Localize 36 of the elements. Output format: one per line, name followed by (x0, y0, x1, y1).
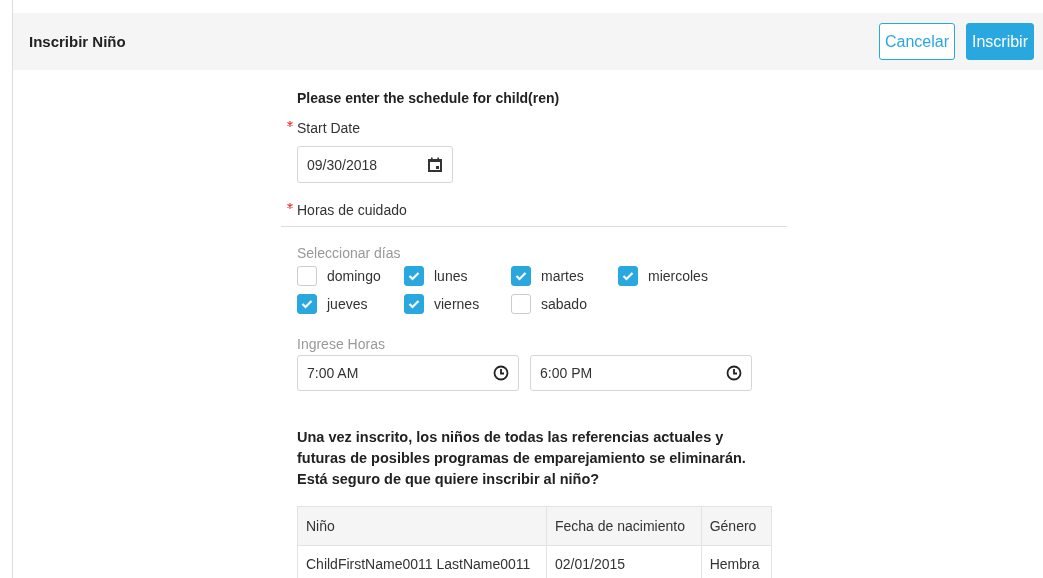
field-label: Seleccionar días (297, 245, 402, 261)
column-header: Fecha de nacimiento (546, 506, 702, 546)
date-field[interactable]: 09/30/2018 (297, 146, 453, 183)
checkbox-label: viernes (434, 296, 480, 312)
table-cell: ChildFirstName0011 LastName0011 (297, 545, 547, 578)
clock-icon[interactable] (726, 365, 742, 381)
check-icon (301, 299, 313, 309)
checkbox[interactable] (297, 294, 317, 314)
page-title: Inscribir Niño (29, 33, 126, 50)
checkbox-label: domingo (327, 268, 381, 284)
checkbox[interactable] (297, 266, 317, 286)
checkbox-label: lunes (434, 268, 468, 284)
column-header: Niño (297, 506, 547, 546)
clock-icon[interactable] (493, 365, 509, 381)
checkbox-label: martes (541, 268, 584, 284)
warning-text: Una vez inscrito, los niños de todas las referencias actuales y futuras de posibles programas de emparejamiento se eliminarán. Está seguro de que quiere inscribir al niño? (297, 428, 747, 489)
checkbox[interactable] (618, 266, 638, 286)
check-icon (408, 271, 420, 281)
checkbox[interactable] (404, 294, 424, 314)
checkbox-label: sabado (541, 296, 587, 312)
checkbox-label: miercoles (648, 268, 708, 284)
time-field[interactable]: 7:00 AM (297, 355, 519, 391)
field-label: Horas de cuidado (297, 202, 407, 218)
check-icon (408, 299, 420, 309)
column-header: Género (701, 506, 772, 546)
field-label: Start Date (297, 120, 361, 136)
checkbox[interactable] (511, 266, 531, 286)
time-field[interactable]: 6:00 PM (530, 355, 752, 391)
form-heading: Please enter the schedule for child(ren) (297, 90, 561, 106)
field-label: Ingrese Horas (297, 336, 386, 352)
calendar-icon[interactable] (427, 156, 443, 173)
check-icon (515, 271, 527, 281)
checkbox-label: jueves (327, 296, 368, 312)
checkbox[interactable] (511, 294, 531, 314)
check-icon (622, 271, 634, 281)
checkbox[interactable] (404, 266, 424, 286)
